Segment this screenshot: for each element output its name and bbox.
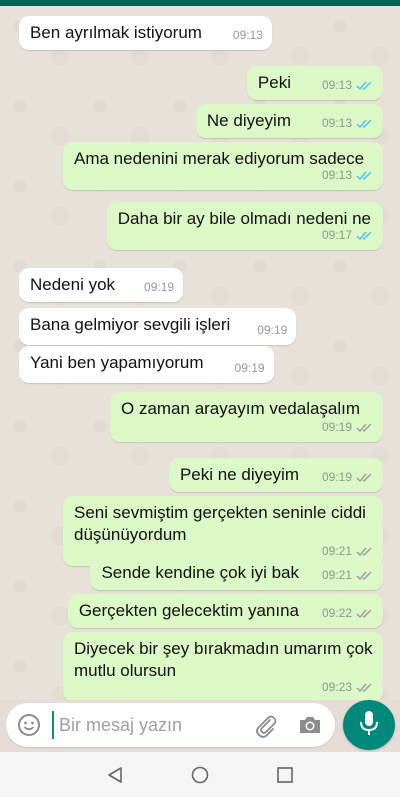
delivered-ticks-icon — [356, 682, 374, 693]
outgoing-message[interactable]: Sende kendine çok iyi bak 09:21 — [90, 556, 383, 590]
message-text: Nedeni yok — [30, 275, 116, 294]
message-time: 09:19 — [234, 361, 265, 375]
message-text: Ben ayrılmak istiyorum — [30, 23, 202, 42]
read-ticks-icon — [356, 170, 374, 181]
delivered-ticks-icon — [356, 472, 374, 483]
message-time: 09:19 — [321, 420, 352, 434]
message-input[interactable] — [52, 711, 232, 739]
message-text: Gerçekten gelecektim yanına — [78, 601, 299, 620]
conversation-area[interactable]: Ben ayrılmak istiyorum 09:13 Peki 09:13 … — [0, 6, 400, 700]
message-text: Peki ne diyeyim — [179, 465, 299, 484]
outgoing-message[interactable]: O zaman arayayım vedalaşalım 09:19 — [110, 392, 383, 442]
message-time: 09:19 — [321, 470, 352, 484]
message-time: 09:22 — [321, 606, 352, 620]
outgoing-message[interactable]: Gerçekten gelecektim yanına 09:22 — [67, 594, 383, 628]
read-ticks-icon — [356, 118, 374, 129]
outgoing-message[interactable]: Ne diyeyim 09:13 — [195, 104, 383, 138]
delivered-ticks-icon — [356, 608, 374, 619]
message-text: Seni sevmiştim gerçekten seninle ciddi d… — [74, 503, 366, 544]
back-icon[interactable] — [106, 766, 124, 784]
message-text: Peki — [257, 73, 291, 92]
message-time: 09:17 — [321, 228, 352, 242]
message-composer — [0, 700, 400, 750]
attach-icon[interactable] — [253, 713, 279, 739]
message-time: 09:19 — [257, 323, 288, 337]
delivered-ticks-icon — [356, 546, 374, 557]
message-text: Sende kendine çok iyi bak — [101, 563, 299, 582]
outgoing-message[interactable]: Daha bir ay bile olmadı nedeni ne 09:17 — [106, 202, 383, 250]
system-navigation-bar — [0, 752, 400, 797]
camera-icon[interactable] — [297, 713, 323, 737]
message-time: 09:13 — [321, 78, 352, 92]
outgoing-message[interactable]: Diyecek bir şey bırakmadın umarım çok mu… — [63, 632, 383, 700]
message-time: 09:13 — [321, 116, 352, 130]
read-ticks-icon — [356, 230, 374, 241]
message-time: 09:19 — [144, 280, 175, 294]
message-text: Ne diyeyim — [206, 111, 291, 130]
message-text: Ama nedenini merak ediyorum sadece — [74, 149, 365, 168]
message-text: Bana gelmiyor sevgili işleri — [30, 315, 231, 334]
incoming-message[interactable]: Nedeni yok 09:19 — [19, 268, 184, 302]
outgoing-message[interactable]: Peki 09:13 — [246, 66, 383, 100]
message-time: 09:23 — [321, 680, 352, 694]
outgoing-message[interactable]: Peki ne diyeyim 09:19 — [168, 458, 383, 492]
read-ticks-icon — [356, 80, 374, 91]
message-text: Diyecek bir şey bırakmadın umarım çok mu… — [74, 639, 373, 680]
message-time: 09:13 — [321, 168, 352, 182]
incoming-message[interactable]: Ben ayrılmak istiyorum 09:13 — [19, 16, 272, 50]
mic-button[interactable] — [343, 700, 395, 750]
mic-icon — [359, 710, 379, 741]
delivered-ticks-icon — [356, 570, 374, 581]
message-text: Yani ben yapamıyorum — [30, 353, 204, 372]
message-time: 09:13 — [232, 28, 263, 42]
recents-icon[interactable] — [276, 766, 294, 784]
emoji-icon[interactable] — [17, 713, 41, 737]
home-icon[interactable] — [191, 766, 209, 784]
incoming-message[interactable]: Yani ben yapamıyorum 09:19 — [19, 346, 274, 383]
delivered-ticks-icon — [356, 422, 374, 433]
incoming-message[interactable]: Bana gelmiyor sevgili işleri 09:19 — [19, 308, 297, 345]
outgoing-message[interactable]: Ama nedenini merak ediyorum sadece 09:13 — [63, 142, 383, 190]
composer-pill — [6, 703, 335, 747]
message-time: 09:21 — [321, 568, 352, 582]
